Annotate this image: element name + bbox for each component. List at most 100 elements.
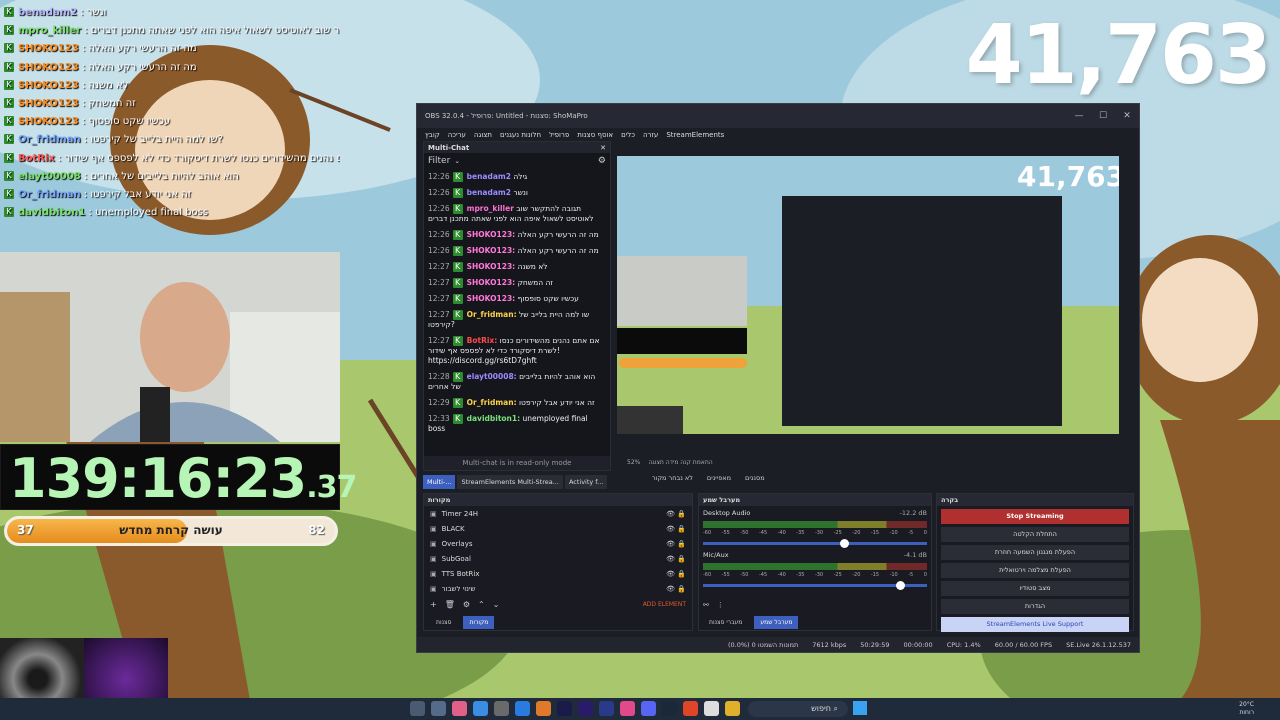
menu-item[interactable]: אוסף סצנות: [577, 131, 613, 139]
link-icon[interactable]: ⚯: [703, 601, 709, 609]
tab-sources[interactable]: מקורות: [463, 616, 495, 629]
multichat-line: 12:33 Kdavidbiton1: unemployed final boss: [424, 411, 610, 437]
control-button[interactable]: הגדרות: [941, 599, 1129, 614]
kick-badge-icon: K: [4, 116, 14, 127]
multichat-filter[interactable]: Filter: [428, 156, 450, 166]
meter-ticks: -60 -55 -50 -45 -40 -35 -30 -25 -20 -15 -10 -5 0: [703, 530, 927, 536]
weather-temp: 20°C: [1239, 701, 1254, 708]
visibility-icon[interactable]: 👁 🔒: [666, 585, 686, 593]
menu-item[interactable]: פרופיל: [549, 131, 569, 139]
app-icon[interactable]: [410, 701, 425, 716]
windows-icon[interactable]: [853, 701, 867, 715]
chat-line: Kelayt00008 : הוא אוהב להיות בלייבים של …: [0, 168, 340, 186]
down-icon[interactable]: ⌄: [493, 600, 500, 609]
source-item[interactable]: ▣ SubGoal 👁 🔒: [424, 551, 692, 566]
slider-handle[interactable]: [896, 581, 906, 590]
channel-db: -12.2 dB: [899, 509, 927, 517]
stop-streaming-button[interactable]: Stop Streaming: [941, 509, 1129, 524]
source-item[interactable]: ▣ Timer 24H 👁 🔒: [424, 506, 692, 521]
visibility-icon[interactable]: 👁 🔒: [666, 510, 686, 518]
menu-item[interactable]: קובץ: [425, 131, 440, 139]
kick-badge-icon: K: [4, 170, 14, 181]
minimize-icon[interactable]: —: [1067, 111, 1091, 121]
chevron-down-icon[interactable]: ⌄: [454, 157, 460, 165]
trash-icon[interactable]: 🗑: [445, 600, 455, 609]
source-item[interactable]: ▣ TTS BotRix 👁 🔒: [424, 566, 692, 581]
multichat-message: מה זה הרעשי רקע האלה: [517, 246, 599, 255]
close-icon[interactable]: ✕: [600, 144, 606, 152]
menu-item[interactable]: עריכה: [448, 131, 466, 139]
multichat-username: SHOKO123:: [466, 278, 516, 287]
dock-tab[interactable]: Multi-...: [423, 475, 456, 489]
add-icon[interactable]: +: [430, 600, 437, 609]
more-icon[interactable]: ⋮: [717, 601, 724, 609]
status-bar: (0.0%) 0 תמונות השמטו 7612 kbps 50:29:59…: [417, 637, 1139, 652]
menu-item[interactable]: StreamElements: [666, 131, 724, 139]
multichat-line: 12:26 K SHOKO123: מה זה הרעשי רקע האלה: [424, 243, 610, 259]
slider-handle[interactable]: [840, 539, 850, 548]
meter-tick: -45: [758, 572, 768, 578]
visibility-icon[interactable]: 👁 🔒: [666, 540, 686, 548]
mixer-title: מערבל שמע: [699, 494, 931, 506]
app-icon[interactable]: [515, 701, 530, 716]
status-fps: 60.00 / 60.00 FPS: [994, 640, 1053, 649]
control-button[interactable]: הפעלת מנגנון השמעה חוזרת: [941, 545, 1129, 560]
visibility-icon[interactable]: 👁 🔒: [666, 570, 686, 578]
source-item[interactable]: ▣ Overlays 👁 🔒: [424, 536, 692, 551]
app-icon[interactable]: [683, 701, 698, 716]
app-icon[interactable]: [725, 701, 740, 716]
source-control-button[interactable]: מאפיינים: [707, 474, 731, 482]
kick-badge-icon: K: [4, 25, 14, 36]
tab-transitions[interactable]: מעברי סצנות: [703, 616, 748, 629]
app-icon[interactable]: [599, 701, 614, 716]
kick-badge-icon: K: [4, 152, 14, 163]
taskbar-search[interactable]: חיפוש ⌕: [748, 701, 848, 717]
add-element-button[interactable]: ADD ELEMENT: [643, 601, 686, 608]
up-icon[interactable]: ⌃: [478, 600, 485, 609]
close-icon[interactable]: ✕: [1115, 111, 1139, 121]
tab-mixer[interactable]: מערבל שמע: [754, 616, 799, 629]
source-control-button[interactable]: מסננים: [745, 474, 765, 482]
control-button[interactable]: הפעלת מצלמה וירטואלית: [941, 563, 1129, 578]
app-icon[interactable]: [557, 701, 572, 716]
control-button[interactable]: StreamElements Live Support: [941, 617, 1129, 632]
app-icon[interactable]: [536, 701, 551, 716]
svg-text:41,763: 41,763: [1017, 160, 1119, 193]
gear-icon[interactable]: ⚙: [463, 600, 470, 609]
app-icon[interactable]: [494, 701, 509, 716]
app-icon[interactable]: [431, 701, 446, 716]
visibility-icon[interactable]: 👁 🔒: [666, 525, 686, 533]
menu-item[interactable]: עזרה: [643, 131, 658, 139]
goal-progress-end: 82: [308, 523, 325, 537]
app-icon[interactable]: [473, 701, 488, 716]
multichat-time: 12:27: [428, 336, 450, 345]
volume-slider[interactable]: [703, 581, 927, 590]
app-icon[interactable]: [662, 701, 677, 716]
control-button[interactable]: התחלת הקלטה: [941, 527, 1129, 542]
control-button[interactable]: מצב סטודיו: [941, 581, 1129, 596]
source-item[interactable]: ▣ BLACK 👁 🔒: [424, 521, 692, 536]
no-source-label: לא נבחר מקור: [652, 474, 693, 482]
source-item[interactable]: ▣ שינוי לשבור 👁 🔒: [424, 581, 692, 596]
maximize-icon[interactable]: ☐: [1091, 111, 1115, 121]
obs-preview[interactable]: 41,763: [617, 156, 1119, 434]
dock-tab[interactable]: Activity f...: [564, 475, 608, 489]
chat-message: : תגובה להתקשר שוב לאוטיסט לשאול איפה הו…: [84, 25, 340, 37]
gear-icon[interactable]: ⚙: [598, 156, 606, 166]
weather-widget[interactable]: 20°C רוחות: [1239, 701, 1254, 717]
multichat-line: 12:27 K BotRix: אם אתם נהנים מהשידורים כנס…: [424, 333, 610, 369]
menu-item[interactable]: תצוגה: [474, 131, 492, 139]
app-icon[interactable]: [452, 701, 467, 716]
tab-scenes[interactable]: סצנות: [430, 616, 457, 629]
menu-item[interactable]: כלים: [621, 131, 635, 139]
app-icon[interactable]: [704, 701, 719, 716]
visibility-icon[interactable]: 👁 🔒: [666, 555, 686, 563]
app-icon[interactable]: [641, 701, 656, 716]
app-icon[interactable]: [578, 701, 593, 716]
dock-tab[interactable]: StreamElements Multi-Strea...: [457, 475, 563, 489]
app-icon[interactable]: [620, 701, 635, 716]
kick-badge-icon: K: [452, 294, 463, 304]
zoom-level[interactable]: 52%: [627, 459, 640, 466]
volume-slider[interactable]: [703, 539, 927, 548]
menu-item[interactable]: חלונות נעגנים: [500, 131, 541, 139]
